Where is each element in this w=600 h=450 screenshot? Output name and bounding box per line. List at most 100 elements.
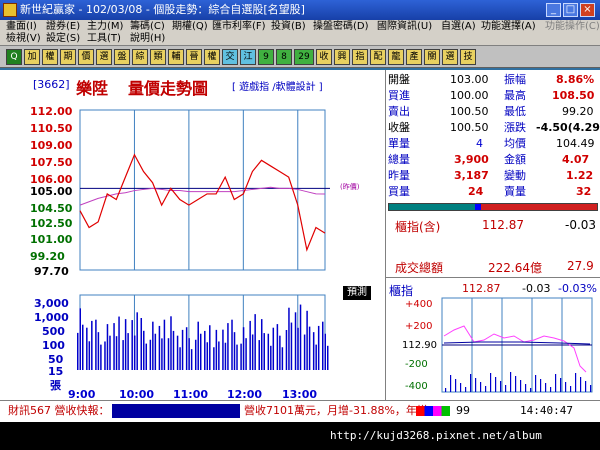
- tool-button[interactable]: 輔: [168, 49, 184, 65]
- price-tick: 109.00: [30, 139, 73, 152]
- volume-bar: [231, 319, 233, 370]
- news-ticker[interactable]: 營收7101萬元，月增-31.88%，年增-4: [244, 401, 439, 421]
- volume-bar: [79, 308, 81, 370]
- buy-volume-value: 24: [468, 185, 484, 198]
- tool-button[interactable]: 綜: [132, 49, 148, 65]
- tool-button[interactable]: 權: [42, 49, 58, 65]
- volume-bar: [185, 327, 188, 370]
- tool-button[interactable]: 價: [78, 49, 94, 65]
- volume-bar: [145, 343, 148, 370]
- tool-button[interactable]: 收: [316, 49, 332, 65]
- volume-bar: [279, 335, 281, 370]
- menu-investment[interactable]: 投資(B): [271, 21, 306, 33]
- mini-volume-bar: [585, 381, 587, 392]
- volume-bar: [113, 323, 115, 370]
- turnover-change-value: 1.22: [566, 169, 594, 182]
- mini-tick: 112.90: [402, 340, 437, 351]
- price-tick: 101.00: [30, 233, 73, 246]
- volume-bar: [133, 335, 136, 370]
- ask-value: 100.50: [450, 105, 489, 118]
- volume-bar: [242, 327, 245, 370]
- close-button[interactable]: ×: [580, 3, 595, 17]
- tool-button[interactable]: 9: [258, 49, 274, 65]
- tool-button[interactable]: 盤: [114, 49, 130, 65]
- quote-panel: 開盤 103.00 振幅 8.86% 買進 100.00 最高 108.50 賣…: [388, 70, 600, 200]
- volume-bar: [276, 324, 279, 370]
- unit-volume-value: 4: [476, 137, 483, 150]
- ask-label: 賣出: [388, 105, 410, 118]
- turnover-extra: 27.9: [567, 259, 594, 273]
- volume-bar: [104, 341, 106, 370]
- menu-watchlist[interactable]: 自選(A): [441, 21, 476, 33]
- volume-bar: [233, 332, 236, 370]
- menu-intl-info[interactable]: 國際資訊(U): [377, 21, 432, 33]
- volume-bar: [227, 323, 229, 370]
- menu-main-force[interactable]: 主力(M): [87, 21, 123, 33]
- menu-chips[interactable]: 籌碼(C): [130, 21, 165, 33]
- tool-button[interactable]: 配: [370, 49, 386, 65]
- volume-tick: 100: [42, 339, 65, 352]
- index-change: -0.03: [565, 218, 597, 232]
- volume-bar: [285, 329, 288, 370]
- tool-button[interactable]: 權: [204, 49, 220, 65]
- tool-button[interactable]: 指: [352, 49, 368, 65]
- volume-bar: [324, 333, 326, 370]
- turnover-label: 成交總額: [395, 261, 444, 275]
- tool-button[interactable]: 技: [460, 49, 476, 65]
- tool-button[interactable]: 29: [294, 49, 314, 65]
- menu-fx-rates[interactable]: 匯市利率(F): [212, 21, 266, 33]
- volume-bar: [97, 332, 100, 370]
- volume-bar: [299, 304, 302, 370]
- mini-volume-bar: [560, 378, 562, 392]
- search-icon[interactable]: Q: [6, 49, 22, 65]
- tool-button[interactable]: 類: [150, 49, 166, 65]
- mini-volume-bar: [515, 376, 517, 392]
- low-label: 最低: [504, 105, 526, 118]
- volume-bar: [240, 343, 242, 370]
- menu-operations[interactable]: 功能操作(C): [545, 21, 600, 33]
- close-label: 收盤: [388, 121, 410, 134]
- tool-button[interactable]: 晉: [186, 49, 202, 65]
- sell-volume-value: 32: [576, 185, 592, 198]
- menu-trading-code[interactable]: 操盤密碼(D): [313, 21, 369, 33]
- mini-volume-bar: [500, 381, 502, 392]
- menu-options[interactable]: 期權(Q): [172, 21, 208, 33]
- news-label[interactable]: 財訊567 營收快報：: [8, 401, 110, 421]
- mini-tick: -200: [405, 359, 428, 370]
- volume-bar: [270, 345, 272, 370]
- menu-help[interactable]: 說明(H): [130, 33, 165, 45]
- menu-tools[interactable]: 工具(T): [87, 33, 121, 45]
- tool-button[interactable]: 8: [276, 49, 292, 65]
- mini-volume-bar: [495, 377, 497, 392]
- tool-button[interactable]: 交: [222, 49, 238, 65]
- mini-volume-bar: [535, 375, 537, 392]
- volume-bar: [149, 339, 152, 370]
- index-label: 櫃指(含): [395, 220, 441, 234]
- tool-button[interactable]: 期: [60, 49, 76, 65]
- tool-button[interactable]: 江: [240, 49, 256, 65]
- tool-button[interactable]: 產: [406, 49, 422, 65]
- tool-button[interactable]: 興: [334, 49, 350, 65]
- trial-badge[interactable]: 預測: [343, 286, 371, 300]
- volume-bar: [86, 327, 88, 370]
- minimize-button[interactable]: _: [546, 3, 561, 17]
- menu-screen[interactable]: 畫面(I): [6, 21, 37, 33]
- tool-button[interactable]: 加: [24, 49, 40, 65]
- menu-functions[interactable]: 功能選擇(A): [481, 21, 536, 33]
- tool-button[interactable]: 關: [424, 49, 440, 65]
- maximize-button[interactable]: □: [563, 3, 578, 17]
- menu-securities[interactable]: 證券(E): [46, 21, 80, 33]
- mini-volume-bar: [565, 382, 567, 392]
- mini-volume-bar: [575, 373, 577, 392]
- volume-bar: [131, 320, 133, 370]
- index-value: 112.87: [482, 218, 524, 232]
- mini-volume-bar: [460, 383, 462, 392]
- volume-bar: [263, 333, 265, 370]
- mini-volume-bar: [530, 388, 532, 392]
- menu-view[interactable]: 檢視(V): [6, 33, 41, 45]
- price-plot-area: [79, 109, 326, 271]
- tool-button[interactable]: 選: [442, 49, 458, 65]
- tool-button[interactable]: 選: [96, 49, 112, 65]
- menu-settings[interactable]: 設定(S): [46, 33, 80, 45]
- tool-button[interactable]: 籠: [388, 49, 404, 65]
